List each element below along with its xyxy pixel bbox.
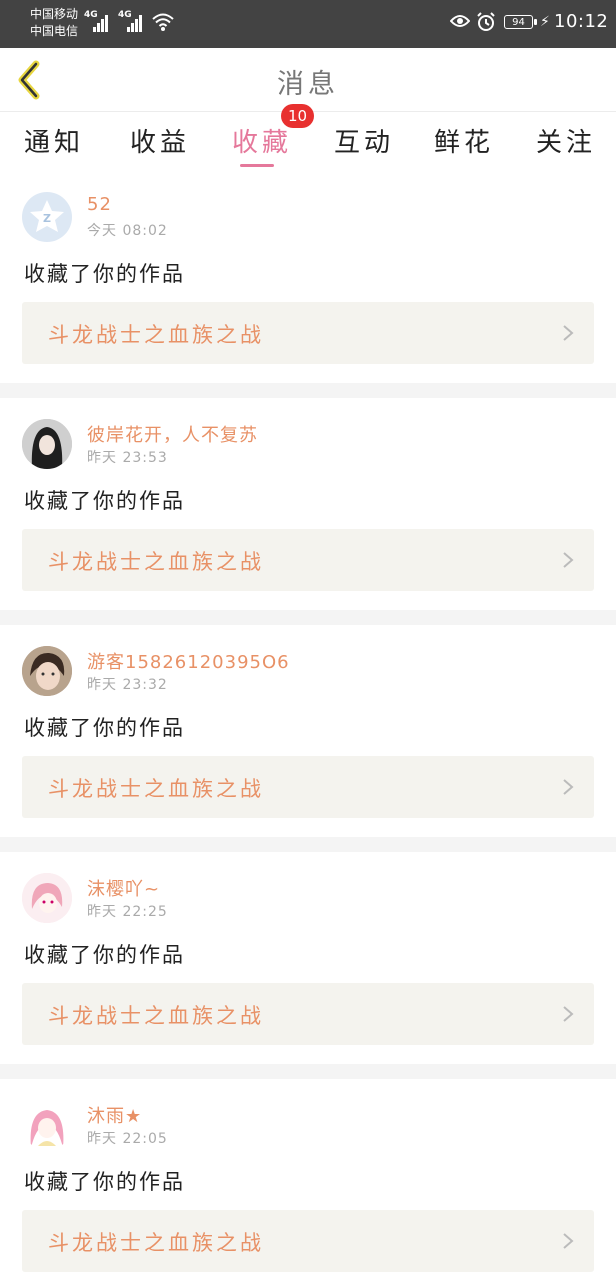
alarm-icon xyxy=(477,12,495,31)
username[interactable]: 沫樱吖~ xyxy=(87,875,160,901)
work-link-card[interactable]: 斗龙战士之血族之战 xyxy=(22,1210,594,1272)
work-title: 斗龙战士之血族之战 xyxy=(48,1004,264,1028)
chevron-right-icon xyxy=(563,1233,574,1249)
username[interactable]: 游客15826120395O6 xyxy=(87,648,290,674)
carrier-1: 中国移动 xyxy=(30,7,79,21)
carrier-labels: 中国移动 中国电信 xyxy=(30,6,78,40)
username[interactable]: 沐雨★ xyxy=(87,1102,142,1128)
tab-notifications[interactable]: 通知 xyxy=(24,122,84,159)
carrier-2: 中国电信 xyxy=(30,24,79,38)
status-time: 10:12 xyxy=(554,11,609,32)
chevron-right-icon xyxy=(563,325,574,341)
eye-icon xyxy=(450,15,470,27)
message-item: 沐雨★ 昨天 22:05 收藏了你的作品 斗龙战士之血族之战 xyxy=(0,1086,616,1280)
signal-icon xyxy=(127,12,147,32)
chevron-right-icon xyxy=(563,552,574,568)
message-text: 收藏了你的作品 xyxy=(24,1170,185,1194)
message-time: 昨天 22:05 xyxy=(87,1131,168,1147)
signal-icon xyxy=(93,12,113,32)
message-time: 昨天 22:25 xyxy=(87,904,168,920)
work-link-card[interactable]: 斗龙战士之血族之战 xyxy=(22,529,594,591)
unread-count-badge: 10 xyxy=(281,104,314,128)
chevron-right-icon xyxy=(563,779,574,795)
message-time: 昨天 23:32 xyxy=(87,677,168,693)
tab-flowers[interactable]: 鲜花 xyxy=(434,122,494,159)
wifi-icon xyxy=(152,13,174,31)
message-text: 收藏了你的作品 xyxy=(24,943,185,967)
username[interactable]: 52 xyxy=(87,194,112,215)
message-text: 收藏了你的作品 xyxy=(24,489,185,513)
message-item: 彼岸花开，人不复苏 昨天 23:53 收藏了你的作品 斗龙战士之血族之战 xyxy=(0,405,616,617)
work-title: 斗龙战士之血族之战 xyxy=(48,323,264,347)
message-time: 昨天 23:53 xyxy=(87,450,168,466)
charging-icon: ⚡ xyxy=(540,14,550,30)
message-time: 今天 08:02 xyxy=(87,223,168,239)
work-title: 斗龙战士之血族之战 xyxy=(48,777,264,801)
tab-favorites[interactable]: 收藏 xyxy=(232,122,292,159)
default-avatar-icon[interactable]: Z xyxy=(22,192,72,242)
divider xyxy=(0,837,616,852)
user-avatar[interactable] xyxy=(22,1100,72,1150)
divider xyxy=(0,1064,616,1079)
divider xyxy=(0,610,616,625)
user-avatar[interactable] xyxy=(22,873,72,923)
work-link-card[interactable]: 斗龙战士之血族之战 xyxy=(22,302,594,364)
page-title: 消息 xyxy=(277,69,339,100)
work-link-card[interactable]: 斗龙战士之血族之战 xyxy=(22,983,594,1045)
message-item: Z 52 今天 08:02 收藏了你的作品 斗龙战士之血族之战 xyxy=(0,178,616,390)
active-tab-indicator xyxy=(240,164,274,167)
status-bar: 中国移动 中国电信 4G 4G 94 ⚡ 10:12 xyxy=(0,0,616,48)
chevron-right-icon xyxy=(563,1006,574,1022)
tab-follows[interactable]: 关注 xyxy=(536,122,596,159)
tab-interactions[interactable]: 互动 xyxy=(334,122,394,159)
user-avatar[interactable] xyxy=(22,646,72,696)
message-text: 收藏了你的作品 xyxy=(24,716,185,740)
user-avatar[interactable] xyxy=(22,419,72,469)
divider xyxy=(0,383,616,398)
message-text: 收藏了你的作品 xyxy=(24,262,185,286)
svg-text:Z: Z xyxy=(43,212,51,225)
message-item: 沫樱吖~ 昨天 22:25 收藏了你的作品 斗龙战士之血族之战 xyxy=(0,859,616,1071)
tab-earnings[interactable]: 收益 xyxy=(130,122,190,159)
battery-icon: 94 xyxy=(504,15,537,29)
username[interactable]: 彼岸花开，人不复苏 xyxy=(87,421,258,447)
work-link-card[interactable]: 斗龙战士之血族之战 xyxy=(22,756,594,818)
message-item: 游客15826120395O6 昨天 23:32 收藏了你的作品 斗龙战士之血族… xyxy=(0,632,616,844)
top-navigation-bar: 消息 xyxy=(0,48,616,112)
work-title: 斗龙战士之血族之战 xyxy=(48,1231,264,1255)
work-title: 斗龙战士之血族之战 xyxy=(48,550,264,574)
